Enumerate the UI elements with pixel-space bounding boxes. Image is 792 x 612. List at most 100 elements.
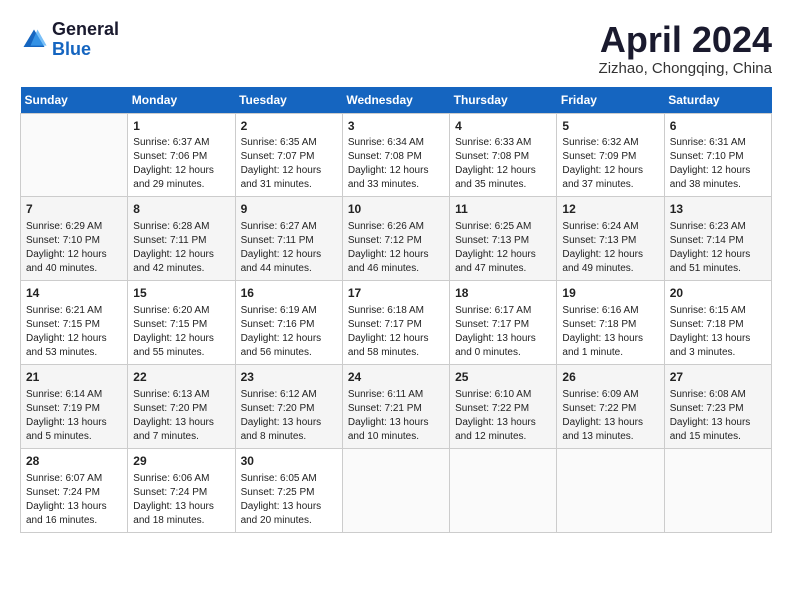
- day-info: Sunrise: 6:24 AM: [562, 220, 658, 234]
- day-info: Daylight: 13 hours: [455, 416, 551, 430]
- day-info: Sunset: 7:18 PM: [670, 318, 766, 332]
- day-info: Daylight: 13 hours: [133, 416, 229, 430]
- day-info: and 44 minutes.: [241, 262, 337, 276]
- day-info: Sunrise: 6:37 AM: [133, 136, 229, 150]
- day-info: Sunset: 7:11 PM: [241, 234, 337, 248]
- col-header-monday: Monday: [128, 87, 235, 114]
- calendar-cell: 10Sunrise: 6:26 AMSunset: 7:12 PMDayligh…: [342, 197, 449, 281]
- day-info: Sunrise: 6:10 AM: [455, 388, 551, 402]
- day-number: 2: [241, 118, 337, 135]
- day-info: Sunrise: 6:06 AM: [133, 472, 229, 486]
- day-number: 13: [670, 201, 766, 218]
- day-info: Daylight: 12 hours: [348, 332, 444, 346]
- calendar-week-row: 14Sunrise: 6:21 AMSunset: 7:15 PMDayligh…: [21, 281, 772, 365]
- day-info: Sunrise: 6:18 AM: [348, 304, 444, 318]
- day-info: and 31 minutes.: [241, 178, 337, 192]
- day-info: Sunset: 7:07 PM: [241, 150, 337, 164]
- day-info: Sunrise: 6:29 AM: [26, 220, 122, 234]
- day-info: Daylight: 13 hours: [26, 500, 122, 514]
- day-info: Daylight: 12 hours: [455, 248, 551, 262]
- day-number: 29: [133, 453, 229, 470]
- day-info: and 42 minutes.: [133, 262, 229, 276]
- day-number: 21: [26, 369, 122, 386]
- day-info: Sunset: 7:10 PM: [26, 234, 122, 248]
- day-info: and 55 minutes.: [133, 346, 229, 360]
- day-number: 30: [241, 453, 337, 470]
- day-info: and 58 minutes.: [348, 346, 444, 360]
- day-info: Sunset: 7:12 PM: [348, 234, 444, 248]
- day-info: and 15 minutes.: [670, 430, 766, 444]
- calendar-cell: 17Sunrise: 6:18 AMSunset: 7:17 PMDayligh…: [342, 281, 449, 365]
- day-info: and 13 minutes.: [562, 430, 658, 444]
- day-info: Sunrise: 6:07 AM: [26, 472, 122, 486]
- day-info: Daylight: 12 hours: [670, 248, 766, 262]
- day-info: and 49 minutes.: [562, 262, 658, 276]
- calendar-cell: 14Sunrise: 6:21 AMSunset: 7:15 PMDayligh…: [21, 281, 128, 365]
- day-info: Sunrise: 6:16 AM: [562, 304, 658, 318]
- day-number: 23: [241, 369, 337, 386]
- day-info: and 1 minute.: [562, 346, 658, 360]
- day-info: Sunrise: 6:33 AM: [455, 136, 551, 150]
- day-number: 12: [562, 201, 658, 218]
- day-info: Daylight: 12 hours: [348, 164, 444, 178]
- day-info: Sunset: 7:15 PM: [26, 318, 122, 332]
- day-info: and 12 minutes.: [455, 430, 551, 444]
- day-info: and 38 minutes.: [670, 178, 766, 192]
- day-info: Sunrise: 6:19 AM: [241, 304, 337, 318]
- calendar-cell: 15Sunrise: 6:20 AMSunset: 7:15 PMDayligh…: [128, 281, 235, 365]
- day-info: Sunset: 7:11 PM: [133, 234, 229, 248]
- day-info: Sunrise: 6:27 AM: [241, 220, 337, 234]
- day-info: Sunrise: 6:28 AM: [133, 220, 229, 234]
- day-info: Sunset: 7:23 PM: [670, 402, 766, 416]
- day-info: Daylight: 12 hours: [348, 248, 444, 262]
- day-number: 1: [133, 118, 229, 135]
- calendar-cell: 12Sunrise: 6:24 AMSunset: 7:13 PMDayligh…: [557, 197, 664, 281]
- day-info: and 51 minutes.: [670, 262, 766, 276]
- day-info: Daylight: 13 hours: [670, 332, 766, 346]
- col-header-wednesday: Wednesday: [342, 87, 449, 114]
- day-number: 10: [348, 201, 444, 218]
- day-info: Daylight: 12 hours: [241, 164, 337, 178]
- day-info: Daylight: 13 hours: [348, 416, 444, 430]
- day-info: and 37 minutes.: [562, 178, 658, 192]
- day-info: Sunrise: 6:23 AM: [670, 220, 766, 234]
- calendar-cell: 1Sunrise: 6:37 AMSunset: 7:06 PMDaylight…: [128, 113, 235, 197]
- col-header-saturday: Saturday: [664, 87, 771, 114]
- day-number: 26: [562, 369, 658, 386]
- day-info: Sunrise: 6:14 AM: [26, 388, 122, 402]
- col-header-tuesday: Tuesday: [235, 87, 342, 114]
- day-info: and 56 minutes.: [241, 346, 337, 360]
- day-info: Daylight: 13 hours: [670, 416, 766, 430]
- day-info: and 18 minutes.: [133, 514, 229, 528]
- day-number: 11: [455, 201, 551, 218]
- calendar-cell: 25Sunrise: 6:10 AMSunset: 7:22 PMDayligh…: [450, 364, 557, 448]
- day-info: and 53 minutes.: [26, 346, 122, 360]
- day-info: Sunrise: 6:25 AM: [455, 220, 551, 234]
- day-info: Sunrise: 6:17 AM: [455, 304, 551, 318]
- day-number: 18: [455, 285, 551, 302]
- day-number: 5: [562, 118, 658, 135]
- day-info: Sunset: 7:17 PM: [348, 318, 444, 332]
- calendar-cell: 21Sunrise: 6:14 AMSunset: 7:19 PMDayligh…: [21, 364, 128, 448]
- calendar-week-row: 21Sunrise: 6:14 AMSunset: 7:19 PMDayligh…: [21, 364, 772, 448]
- day-info: Daylight: 12 hours: [455, 164, 551, 178]
- calendar-cell: [450, 448, 557, 532]
- calendar-cell: [664, 448, 771, 532]
- day-number: 6: [670, 118, 766, 135]
- calendar-cell: 6Sunrise: 6:31 AMSunset: 7:10 PMDaylight…: [664, 113, 771, 197]
- day-info: Sunrise: 6:32 AM: [562, 136, 658, 150]
- day-number: 14: [26, 285, 122, 302]
- day-info: and 46 minutes.: [348, 262, 444, 276]
- day-info: Sunset: 7:10 PM: [670, 150, 766, 164]
- day-info: and 35 minutes.: [455, 178, 551, 192]
- day-number: 25: [455, 369, 551, 386]
- day-info: and 7 minutes.: [133, 430, 229, 444]
- calendar-cell: 29Sunrise: 6:06 AMSunset: 7:24 PMDayligh…: [128, 448, 235, 532]
- calendar-cell: 2Sunrise: 6:35 AMSunset: 7:07 PMDaylight…: [235, 113, 342, 197]
- day-info: Daylight: 13 hours: [562, 416, 658, 430]
- day-info: Daylight: 13 hours: [455, 332, 551, 346]
- day-info: Daylight: 12 hours: [670, 164, 766, 178]
- day-info: and 47 minutes.: [455, 262, 551, 276]
- calendar-cell: 30Sunrise: 6:05 AMSunset: 7:25 PMDayligh…: [235, 448, 342, 532]
- calendar-week-row: 28Sunrise: 6:07 AMSunset: 7:24 PMDayligh…: [21, 448, 772, 532]
